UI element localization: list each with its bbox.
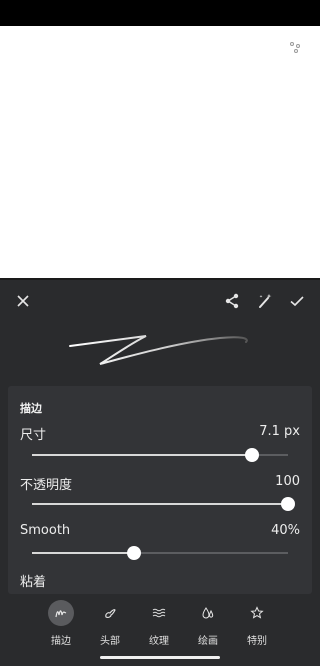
stroke-preview	[60, 322, 260, 372]
check-icon[interactable]	[282, 286, 312, 316]
smooth-slider-thumb[interactable]	[127, 546, 142, 560]
home-indicator[interactable]	[100, 656, 220, 659]
close-icon[interactable]	[8, 286, 38, 316]
opacity-slider[interactable]	[32, 496, 295, 512]
tab-bar: 描边 头部 纹理 绘画 特别	[0, 594, 320, 647]
stroke-settings-card: 描边 尺寸 7.1 px 不透明度 100 Smooth 40% 粘着	[8, 386, 312, 594]
panel-toolbar	[0, 286, 320, 316]
magic-brush-icon[interactable]	[250, 286, 280, 316]
size-slider-thumb[interactable]	[245, 448, 260, 462]
smooth-label: Smooth	[20, 523, 71, 538]
tab-brush-head[interactable]: 头部	[90, 600, 130, 650]
size-label: 尺寸	[20, 428, 47, 443]
brush-head-icon	[97, 600, 123, 626]
tab-painting[interactable]: 绘画	[188, 600, 228, 650]
section-title: 描边	[20, 402, 42, 415]
tab-stroke-label: 描边	[51, 636, 71, 647]
brush-settings-panel: 描边 尺寸 7.1 px 不透明度 100 Smooth 40% 粘着 描边 头…	[0, 278, 320, 666]
canvas-dots-icon	[290, 42, 302, 54]
smooth-value: 40%	[271, 523, 300, 538]
share-icon[interactable]	[217, 286, 247, 316]
opacity-label: 不透明度	[20, 478, 73, 493]
drawing-canvas[interactable]	[0, 26, 320, 278]
smooth-slider[interactable]	[32, 545, 288, 561]
tab-texture[interactable]: 纹理	[139, 600, 179, 650]
tab-special[interactable]: 特别	[237, 600, 277, 650]
status-bar	[0, 0, 320, 26]
adhesion-label: 粘着	[20, 575, 47, 590]
size-value: 7.1 px	[259, 424, 300, 439]
opacity-slider-thumb[interactable]	[281, 497, 295, 511]
tab-special-label: 特别	[247, 636, 267, 647]
star-icon	[244, 600, 270, 626]
waves-icon	[146, 600, 172, 626]
stroke-icon	[48, 600, 74, 626]
tab-texture-label: 纹理	[149, 636, 169, 647]
size-slider[interactable]	[32, 447, 288, 463]
opacity-value: 100	[275, 474, 300, 489]
tab-painting-label: 绘画	[198, 636, 218, 647]
tab-brush-head-label: 头部	[100, 636, 120, 647]
panel-divider	[0, 278, 320, 280]
droplets-icon	[195, 600, 221, 626]
tab-stroke[interactable]: 描边	[41, 600, 81, 650]
